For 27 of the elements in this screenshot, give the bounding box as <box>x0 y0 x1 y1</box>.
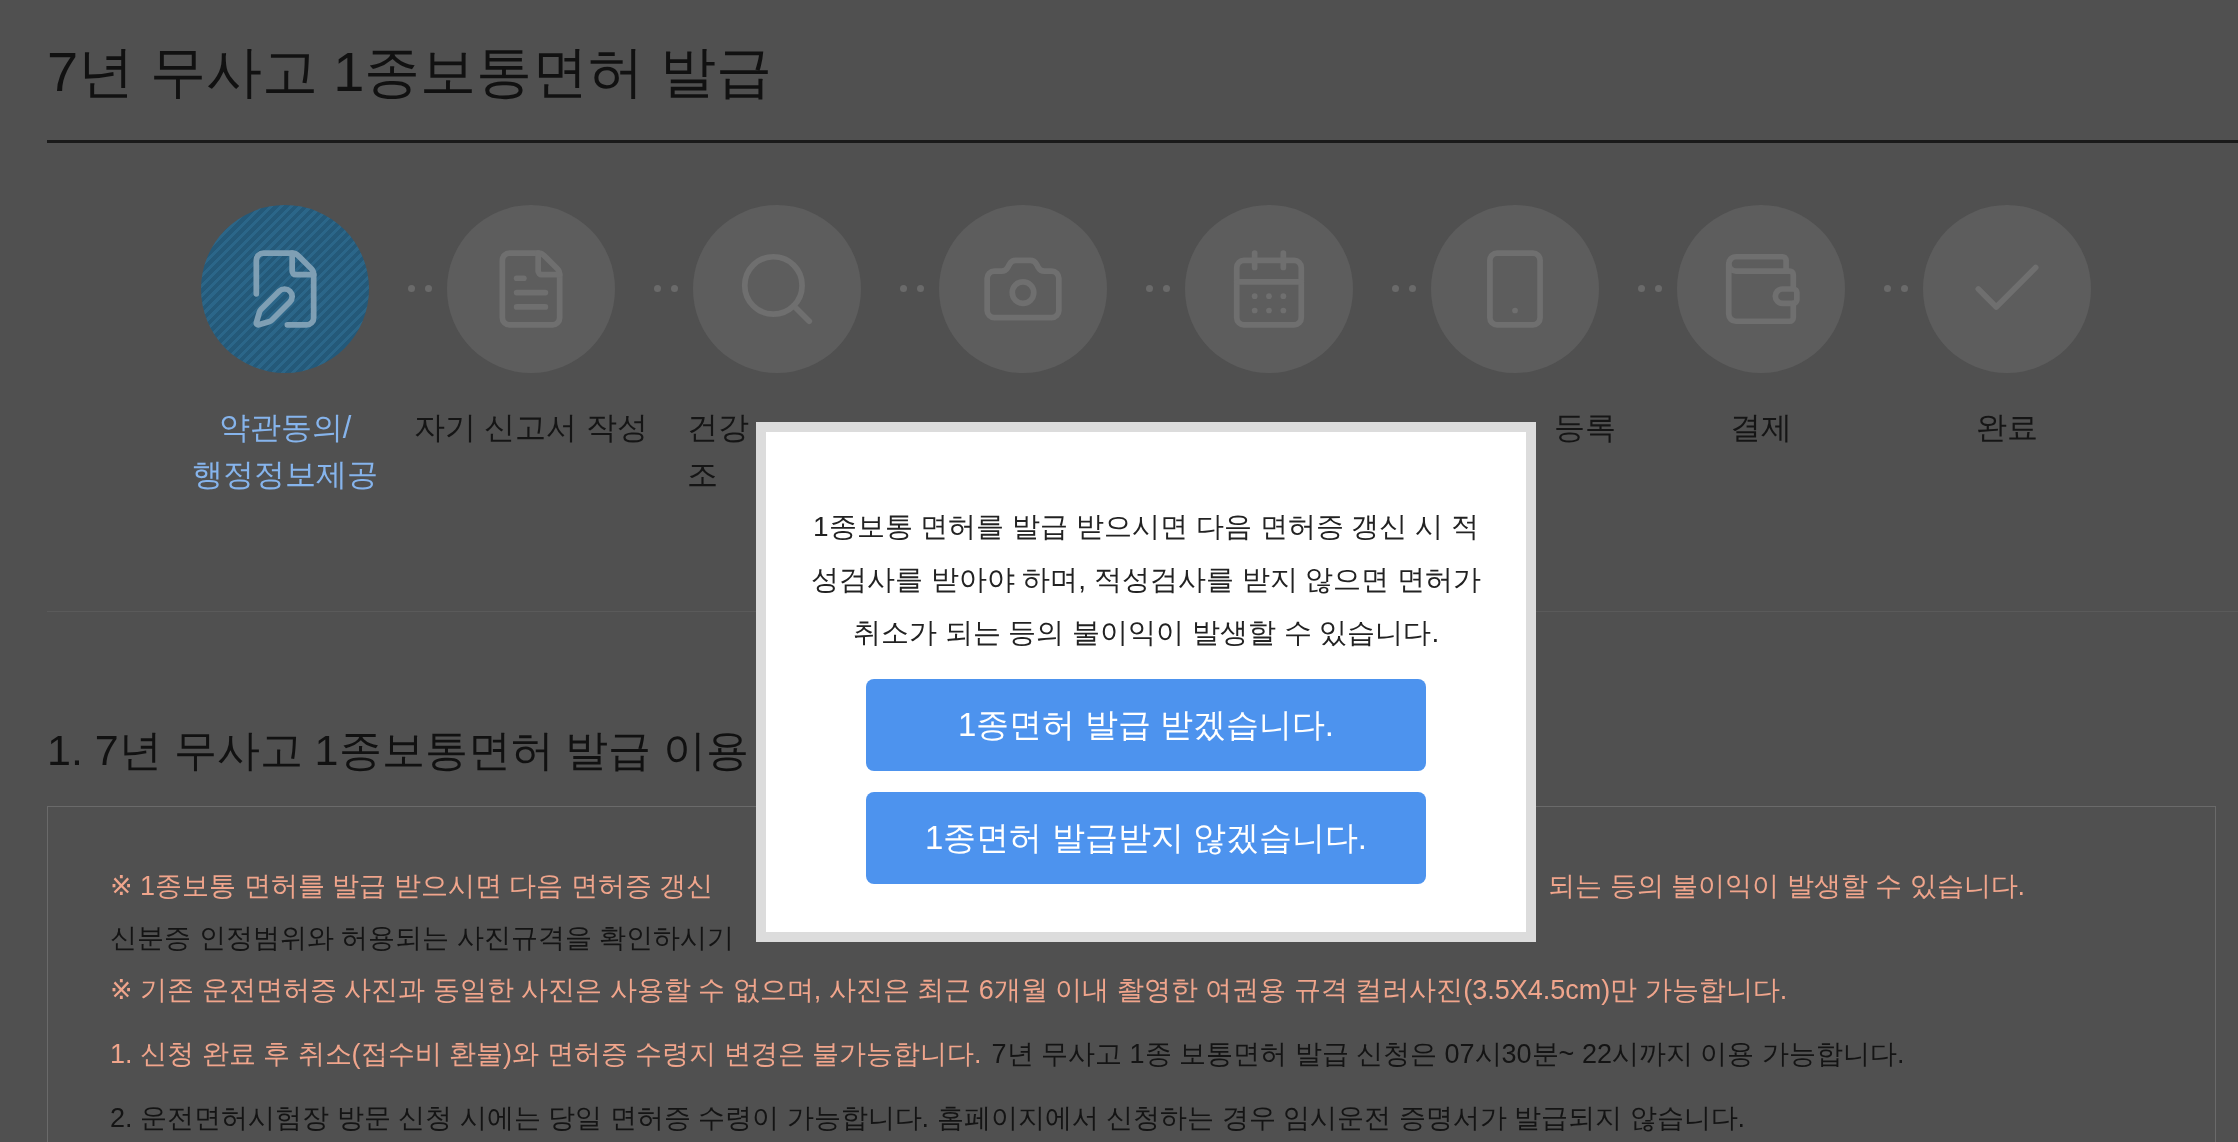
notice-text: 2. 운전면허시험장 방문 신청 시에는 당일 면허증 수령이 가능합니다. 홈페이지에서 신청하는 경우 임시운전 증명서가 발급되지 않습니다. <box>110 1102 1746 1135</box>
step-connector <box>408 285 432 293</box>
page-title: 7년 무사고 1종보통면허 발급 <box>47 39 773 105</box>
step-connector <box>1146 285 1170 293</box>
step-label: 약관동의/ <box>217 409 353 447</box>
step-label: 자기 신고서 작성 <box>412 409 650 447</box>
section-heading: 1. 7년 무사고 1종보통면허 발급 이용 <box>47 725 750 776</box>
dialog-button[interactable]: 1종면허 발급 받겠습니다. <box>866 679 1426 771</box>
step-connector <box>1638 285 1662 293</box>
notice-text: 되는 등의 불이익이 발생할 수 있습니다. <box>1548 870 2025 903</box>
notice-text: 신분증 인정범위와 허용되는 사진규격을 확인하시기 <box>110 922 734 955</box>
notice-text: 1. 신청 완료 후 취소(접수비 환불)와 면허증 수령지 변경은 불가능합니다. <box>110 1038 982 1071</box>
step-label: 행정정보제공 <box>191 456 379 494</box>
step-label: 결제 <box>1729 409 1793 447</box>
notice-text: ※ 기존 운전면허증 사진과 동일한 사진은 사용할 수 없으며, 사진은 최근 6개월 이내 촬영한 여권용 규격 컬러사진(3.5X4.5cm)만 가능합니다. <box>110 974 1788 1007</box>
notice-text: 7년 무사고 1종 보통면허 발급 신청은 07시30분~ 22시까지 이용 가능합니다. <box>991 1038 1905 1071</box>
step-connector <box>654 285 678 293</box>
step-label: 조 <box>687 456 719 494</box>
step-connector <box>900 285 924 293</box>
step-connector <box>1392 285 1416 293</box>
step-label: 건강 <box>687 409 750 447</box>
step-connector <box>1884 285 1908 293</box>
dialog-button[interactable]: 1종면허 발급받지 않겠습니다. <box>866 792 1426 884</box>
dialog-message: 1종보통 면허를 발급 받으시면 다음 면허증 갱신 시 적성검사를 받아야 하며, 적성검사를 받지 않으면 면허가 취소가 되는 등의 불이익이 발생할 수 있습니다. <box>809 510 1483 650</box>
step-label: 완료 <box>1975 409 2039 447</box>
notice-text: ※ 1종보통 면허를 발급 받으시면 다음 면허증 갱신 <box>110 870 714 903</box>
step-label: 등록 <box>1553 409 1616 447</box>
